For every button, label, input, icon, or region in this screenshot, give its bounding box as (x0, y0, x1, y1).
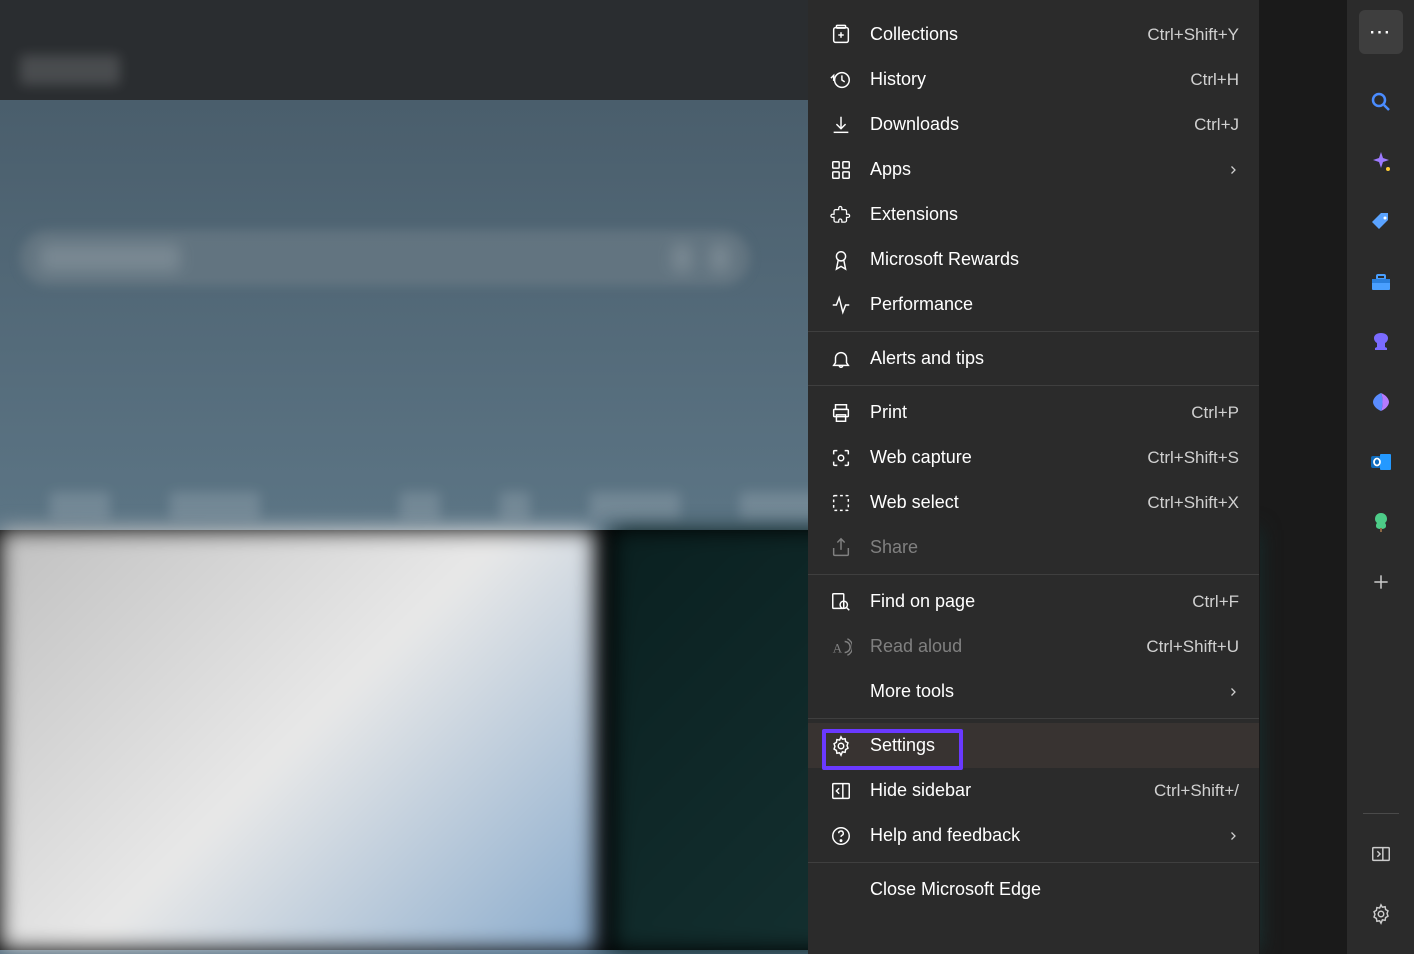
menu-label: Find on page (870, 591, 1192, 612)
menu-find[interactable]: Find on page Ctrl+F (808, 579, 1259, 624)
menu-label: Alerts and tips (870, 348, 1239, 369)
toolbox-icon (1369, 270, 1393, 294)
sidebar-chess[interactable] (1359, 320, 1403, 364)
menu-label: Performance (870, 294, 1239, 315)
menu-label: Help and feedback (870, 825, 1219, 846)
help-icon (828, 825, 854, 847)
menu-label: Collections (870, 24, 1147, 45)
menu-shortcut: Ctrl+Shift+Y (1147, 25, 1239, 45)
right-sidebar: ⋯ (1346, 0, 1414, 954)
browser-menu: Collections Ctrl+Shift+Y History Ctrl+H … (808, 0, 1260, 954)
hidesidebar-icon (828, 780, 854, 802)
menu-performance[interactable]: Performance (808, 282, 1259, 327)
menu-extensions[interactable]: Extensions (808, 192, 1259, 237)
plus-icon (1371, 572, 1391, 592)
chevron-right-icon (1227, 686, 1239, 698)
menu-share: Share (808, 525, 1259, 570)
chevron-right-icon (1227, 164, 1239, 176)
performance-icon (828, 294, 854, 316)
tree-icon (1369, 510, 1393, 534)
select-icon (828, 492, 854, 514)
sidebar-outlook[interactable] (1359, 440, 1403, 484)
sidebar-toolbox[interactable] (1359, 260, 1403, 304)
menu-shortcut: Ctrl+Shift+U (1146, 637, 1239, 657)
sidebar-add[interactable] (1359, 560, 1403, 604)
menu-print[interactable]: Print Ctrl+P (808, 390, 1259, 435)
chevron-right-icon (1227, 830, 1239, 842)
downloads-icon (828, 114, 854, 136)
panel-icon (1370, 843, 1392, 865)
more-icon: ⋯ (1369, 19, 1393, 45)
menu-web-select[interactable]: Web select Ctrl+Shift+X (808, 480, 1259, 525)
sidebar-more[interactable]: ⋯ (1359, 10, 1403, 54)
content-card (0, 530, 595, 950)
office-icon (1369, 390, 1393, 414)
chess-icon (1369, 330, 1393, 354)
sidebar-tree[interactable] (1359, 500, 1403, 544)
menu-read-aloud: A Read aloud Ctrl+Shift+U (808, 624, 1259, 669)
search-icon (1369, 90, 1393, 114)
menu-label: Web capture (870, 447, 1147, 468)
menu-web-capture[interactable]: Web capture Ctrl+Shift+S (808, 435, 1259, 480)
sparkle-icon (1369, 150, 1393, 174)
menu-label: Hide sidebar (870, 780, 1154, 801)
extensions-icon (828, 204, 854, 226)
collections-icon (828, 24, 854, 46)
menu-label: Share (870, 537, 1239, 558)
nav-tabs-blur (50, 492, 920, 520)
outlook-icon (1369, 450, 1393, 474)
menu-shortcut: Ctrl+P (1191, 403, 1239, 423)
menu-settings[interactable]: Settings (808, 723, 1259, 768)
menu-shortcut: Ctrl+F (1192, 592, 1239, 612)
history-icon (828, 69, 854, 91)
menu-downloads[interactable]: Downloads Ctrl+J (808, 102, 1259, 147)
gear-icon (1370, 903, 1392, 925)
menu-history[interactable]: History Ctrl+H (808, 57, 1259, 102)
menu-label: History (870, 69, 1190, 90)
menu-rewards[interactable]: Microsoft Rewards (808, 237, 1259, 282)
menu-label: Microsoft Rewards (870, 249, 1239, 270)
menu-shortcut: Ctrl+Shift+/ (1154, 781, 1239, 801)
readaloud-icon: A (828, 636, 854, 658)
menu-shortcut: Ctrl+Shift+S (1147, 448, 1239, 468)
menu-help[interactable]: Help and feedback (808, 813, 1259, 858)
menu-alerts[interactable]: Alerts and tips (808, 336, 1259, 381)
sidebar-search[interactable] (1359, 80, 1403, 124)
capture-icon (828, 447, 854, 469)
menu-shortcut: Ctrl+Shift+X (1147, 493, 1239, 513)
menu-apps[interactable]: Apps (808, 147, 1259, 192)
menu-close-edge[interactable]: Close Microsoft Edge (808, 867, 1259, 912)
menu-label: More tools (870, 681, 1219, 702)
svg-text:A: A (833, 641, 843, 655)
search-box-blur (20, 230, 750, 286)
sidebar-panel-toggle[interactable] (1359, 832, 1403, 876)
sidebar-tag[interactable] (1359, 200, 1403, 244)
bell-icon (828, 348, 854, 370)
menu-shortcut: Ctrl+H (1190, 70, 1239, 90)
menu-label: Web select (870, 492, 1147, 513)
menu-label: Read aloud (870, 636, 1146, 657)
menu-more-tools[interactable]: More tools (808, 669, 1259, 714)
menu-hide-sidebar[interactable]: Hide sidebar Ctrl+Shift+/ (808, 768, 1259, 813)
tag-icon (1369, 210, 1393, 234)
sidebar-office[interactable] (1359, 380, 1403, 424)
menu-label: Print (870, 402, 1191, 423)
gear-icon (828, 735, 854, 757)
sidebar-sparkle[interactable] (1359, 140, 1403, 184)
menu-label: Apps (870, 159, 1219, 180)
menu-shortcut: Ctrl+J (1194, 115, 1239, 135)
print-icon (828, 402, 854, 424)
find-icon (828, 591, 854, 613)
menu-label: Extensions (870, 204, 1239, 225)
share-icon (828, 537, 854, 559)
sidebar-divider (1363, 813, 1399, 814)
menu-collections[interactable]: Collections Ctrl+Shift+Y (808, 12, 1259, 57)
sidebar-settings[interactable] (1359, 892, 1403, 936)
apps-icon (828, 159, 854, 181)
menu-label: Settings (870, 735, 1239, 756)
menu-label: Downloads (870, 114, 1194, 135)
menu-label: Close Microsoft Edge (870, 879, 1239, 900)
rewards-icon (828, 249, 854, 271)
